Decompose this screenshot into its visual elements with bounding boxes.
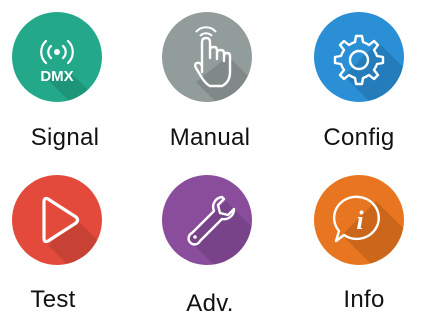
gear-icon [333, 34, 385, 86]
manual-label: Manual [169, 124, 251, 151]
test-label: Test [30, 286, 76, 313]
tile-test[interactable]: Test [0, 160, 130, 314]
adv-button[interactable] [162, 175, 252, 265]
info-chat-icon: i [332, 195, 380, 243]
signal-label: Signal [30, 124, 100, 151]
tile-signal[interactable]: DMX Signal [0, 0, 130, 160]
config-label: Config [323, 124, 395, 151]
manual-button[interactable] [162, 12, 252, 102]
tile-config[interactable]: Config [294, 0, 424, 160]
signal-button[interactable]: DMX [12, 12, 102, 102]
dmx-label: DMX [40, 68, 73, 85]
dmx-signal-icon: DMX [40, 39, 74, 85]
tile-info[interactable]: i Info [294, 160, 424, 314]
hand-pointer-icon [194, 26, 232, 88]
tile-adv[interactable]: Adv. [145, 160, 275, 317]
info-label: Info [343, 286, 385, 313]
info-glyph: i [356, 206, 364, 235]
info-button[interactable]: i [314, 175, 404, 265]
test-button[interactable] [12, 175, 102, 265]
play-icon [42, 196, 80, 244]
tile-manual[interactable]: Manual [145, 0, 275, 160]
wrench-icon [187, 195, 236, 246]
config-button[interactable] [314, 12, 404, 102]
